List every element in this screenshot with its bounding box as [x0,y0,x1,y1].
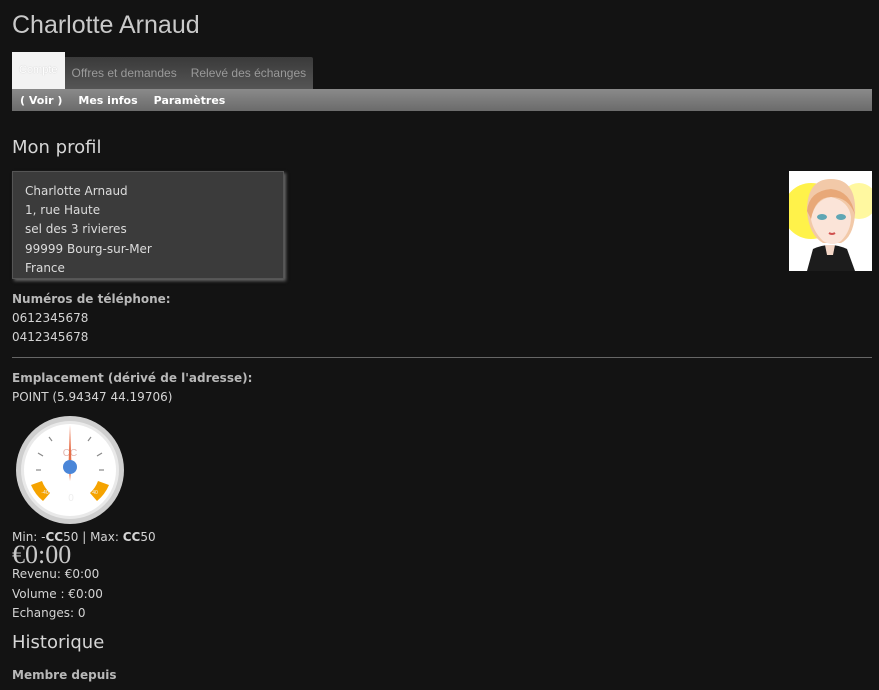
address-line: 99999 Bourg-sur-Mer [25,241,152,256]
max-value: 50 [140,530,156,544]
subtab-mes-infos[interactable]: Mes infos [70,94,145,107]
gauge-tick-right: 40 [92,490,98,496]
address-line: Charlotte Arnaud [25,184,128,198]
location-value: POINT (5.94347 44.19706) [12,390,173,404]
balance-volume: Volume : €0:00 [12,587,103,601]
avatar-portrait-icon [789,171,872,271]
gauge-hub [63,460,77,474]
primary-tabs: Compte Offres et demandes Relevé des éch… [12,52,314,89]
secondary-tabs: ( Voir ) Mes infos Paramètres [12,89,872,111]
subtab-voir[interactable]: ( Voir ) [12,94,70,107]
address-line: 1, rue Haute [25,203,101,218]
divider [12,357,872,358]
member-since-label: Membre depuis [12,668,117,682]
max-unit: CC [122,530,141,544]
tab-releve-echanges[interactable]: Relevé des échanges [184,57,313,89]
balance-amount: €0:00 [12,540,72,569]
subtab-parametres[interactable]: Paramètres [146,94,234,107]
location-label: Emplacement (dérivé de l'adresse): [12,371,253,385]
page-title: Charlotte Arnaud [12,11,200,39]
phone-number: 0412345678 [12,330,89,344]
balance-gauge: CC -40 40 0 [16,416,124,524]
profile-heading: Mon profil [12,137,102,158]
minmax-separator: | Max: [78,530,123,544]
history-heading: Historique [12,632,105,653]
gauge-tick-left: -40 [41,490,48,496]
page: Charlotte Arnaud Compte Offres et demand… [0,0,879,690]
balance-exchanges: Echanges: 0 [12,606,86,620]
address-line: France [25,260,65,275]
phone-number: 0612345678 [12,311,89,325]
balance-revenue: Revenu: €0:00 [12,567,100,581]
address-line: sel des 3 rivieres [25,222,127,237]
address-card: Charlotte Arnaud 1, rue Haute sel des 3 … [12,171,284,279]
phones-label: Numéros de téléphone: [12,292,171,306]
gauge-value: 0 [68,493,74,504]
tab-offres-demandes[interactable]: Offres et demandes [65,57,184,89]
tab-compte[interactable]: Compte [12,52,65,89]
avatar[interactable] [789,171,872,271]
